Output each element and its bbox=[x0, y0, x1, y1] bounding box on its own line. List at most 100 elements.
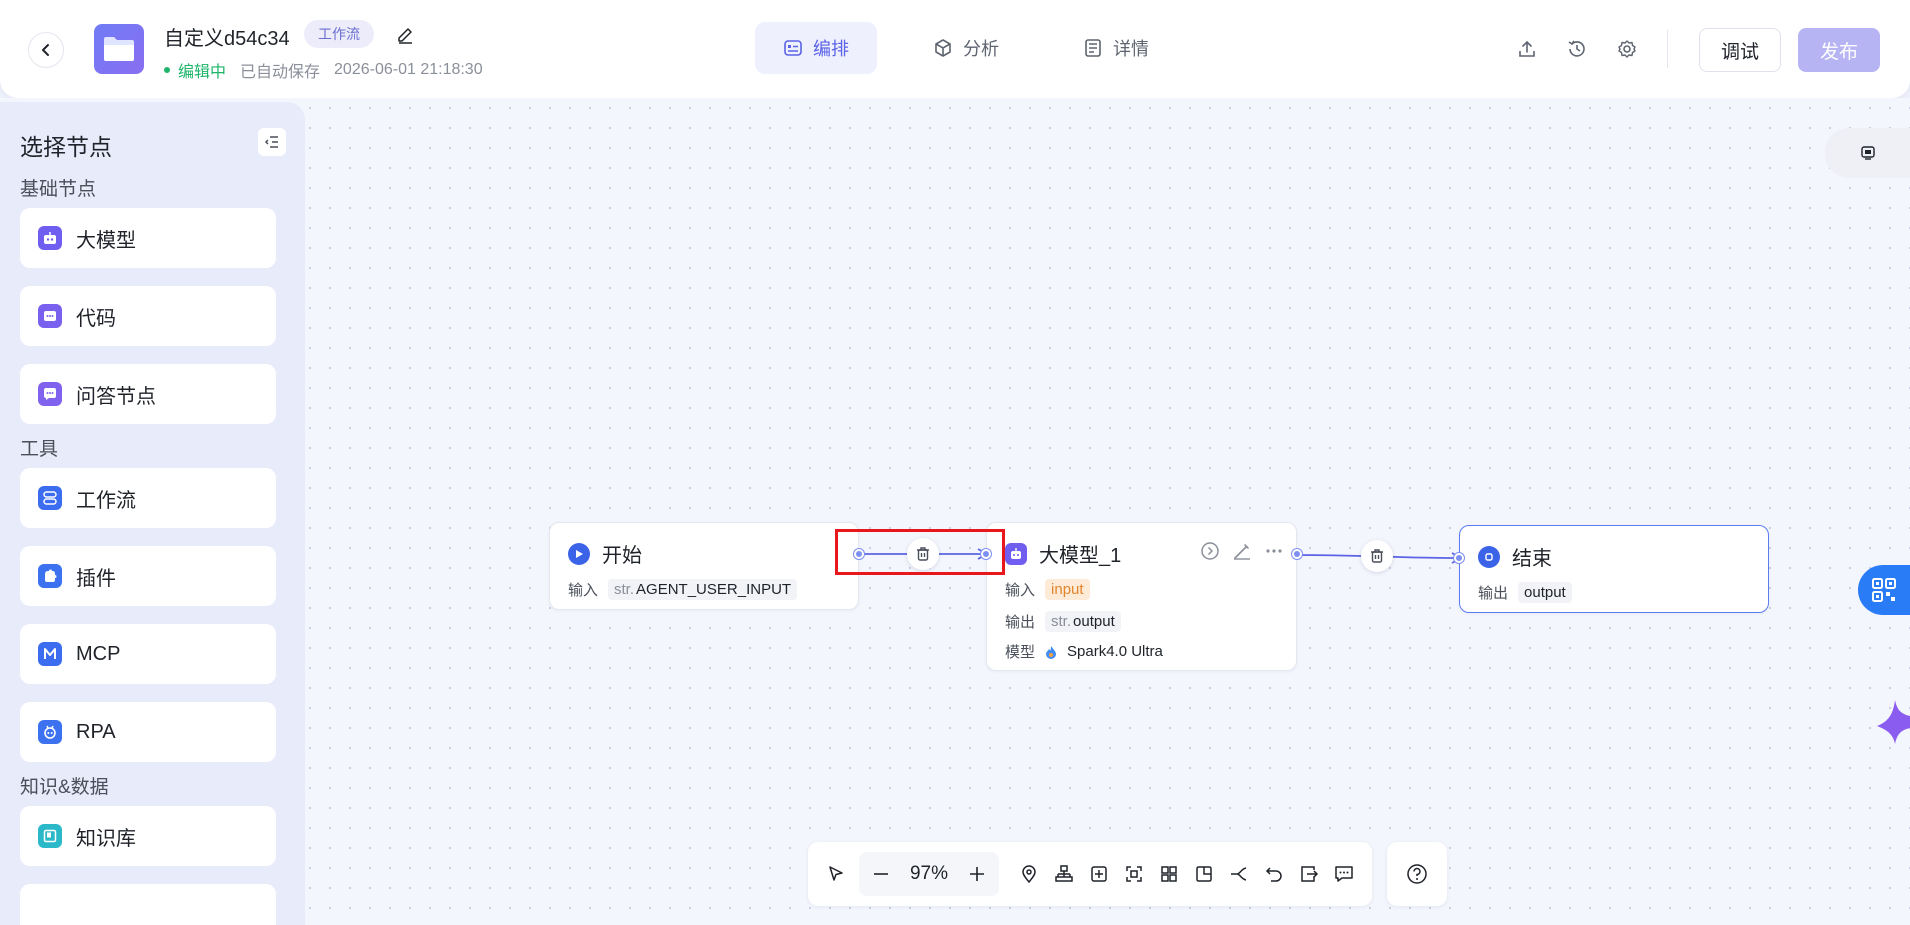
fit-view-button[interactable] bbox=[1116, 854, 1151, 894]
edge-delete-button-2[interactable] bbox=[1361, 540, 1393, 572]
comment-button[interactable] bbox=[1326, 854, 1361, 894]
comment-icon bbox=[1334, 866, 1353, 882]
undo-button[interactable] bbox=[1256, 854, 1291, 894]
sidebar-item-workflow-label: 工作流 bbox=[76, 489, 136, 512]
minus-icon bbox=[874, 873, 888, 875]
pointer-tool-button[interactable] bbox=[818, 854, 853, 894]
highlight-box bbox=[835, 529, 1005, 575]
sidebar-item-plugin-label: 插件 bbox=[76, 567, 116, 590]
export-arrow-icon bbox=[1300, 866, 1318, 882]
sidebar-item-rpa-label: RPA bbox=[76, 720, 116, 743]
branch-icon bbox=[1230, 867, 1246, 881]
section-knowledge: 知识&数据 bbox=[20, 777, 109, 798]
node-llm-output-label: 输出 bbox=[1005, 614, 1036, 631]
node-llm-title: 大模型_1 bbox=[1039, 545, 1122, 567]
sidebar-item-qa[interactable]: 问答节点 bbox=[20, 364, 276, 424]
sidebar-item-workflow[interactable]: 工作流 bbox=[20, 468, 276, 528]
node-start-header: 开始 bbox=[568, 539, 642, 568]
sidebar-item-mcp-label: MCP bbox=[76, 642, 121, 665]
node-sidebar: 选择节点 基础节点 大模型 代码 问答节点 工具 工作流 插件 MCP RPA … bbox=[0, 102, 305, 925]
auto-layout-button[interactable] bbox=[1046, 854, 1081, 894]
node-end-title: 结束 bbox=[1512, 548, 1552, 570]
minimap-button[interactable] bbox=[1186, 854, 1221, 894]
zoom-out-button[interactable] bbox=[859, 854, 903, 894]
node-start-input-prefix: str. bbox=[614, 581, 635, 598]
node-llm-run-button[interactable] bbox=[1200, 541, 1220, 566]
node-llm-output-port[interactable] bbox=[1292, 549, 1302, 559]
zoom-value: 97% bbox=[909, 863, 949, 884]
help-button[interactable] bbox=[1387, 842, 1447, 906]
sidebar-item-llm-label: 大模型 bbox=[76, 229, 136, 252]
sidebar-item-qa-label: 问答节点 bbox=[76, 385, 156, 408]
node-llm-actions bbox=[1200, 541, 1284, 566]
trash-icon bbox=[1371, 549, 1383, 563]
sidebar-collapse-button[interactable] bbox=[258, 128, 286, 156]
spark-flame-icon bbox=[1046, 645, 1057, 659]
collapse-list-icon bbox=[264, 136, 278, 148]
node-start-input-label: 输入 bbox=[568, 582, 599, 599]
node-end-output-row: 输出 output bbox=[1478, 582, 1572, 603]
node-llm-input-label: 输入 bbox=[1005, 582, 1036, 599]
assistant-star-button[interactable] bbox=[1873, 696, 1910, 746]
zoom-in-button[interactable] bbox=[955, 854, 999, 894]
play-icon bbox=[568, 542, 590, 565]
node-llm-input-chip: input bbox=[1045, 579, 1090, 600]
node-llm-more-button[interactable] bbox=[1264, 541, 1284, 566]
robot-icon bbox=[38, 226, 62, 250]
sparkle-icon bbox=[1877, 700, 1910, 744]
node-start[interactable]: 开始 输入 str. AGENT_USER_INPUT bbox=[549, 522, 864, 610]
export-node-button[interactable] bbox=[1291, 854, 1326, 894]
plus-icon bbox=[970, 867, 984, 881]
add-node-button[interactable] bbox=[1081, 854, 1116, 894]
node-llm[interactable]: 大模型_1 输入 input 输出 str. output 模型 Spark4.0… bbox=[981, 522, 1302, 671]
sidebar-item-code[interactable]: 代码 bbox=[20, 286, 276, 346]
pencil-icon bbox=[1234, 544, 1250, 560]
undo-icon bbox=[1265, 867, 1282, 882]
node-llm-edit-button[interactable] bbox=[1232, 541, 1252, 566]
node-end-input-port[interactable] bbox=[1454, 553, 1464, 563]
sidebar-item-plugin[interactable]: 插件 bbox=[20, 546, 276, 606]
grid-icon bbox=[1160, 866, 1177, 882]
node-llm-header: 大模型_1 bbox=[1005, 539, 1121, 568]
canvas-toolbar: 97% bbox=[808, 842, 1372, 906]
qr-code-button[interactable] bbox=[1858, 565, 1910, 615]
node-end-header: 结束 bbox=[1478, 542, 1552, 571]
location-pin-icon bbox=[1021, 865, 1036, 884]
node-llm-model-label: 模型 bbox=[1005, 644, 1036, 661]
hierarchy-icon bbox=[1054, 865, 1073, 882]
node-start-input-row: 输入 str. AGENT_USER_INPUT bbox=[568, 579, 798, 600]
sidebar-item-knowledge[interactable]: 知识库 bbox=[20, 806, 276, 866]
node-start-input-value: AGENT_USER_INPUT bbox=[636, 581, 792, 598]
node-end[interactable]: 结束 输出 output bbox=[1454, 525, 1769, 613]
sidebar-item-knowledge-label: 知识库 bbox=[76, 827, 136, 850]
llm-robot-icon bbox=[1005, 542, 1027, 565]
book-icon bbox=[38, 824, 62, 848]
play-circle-icon bbox=[1201, 542, 1219, 560]
stop-icon bbox=[1478, 545, 1500, 568]
code-icon bbox=[38, 304, 62, 328]
node-end-output-chip: output bbox=[1518, 582, 1572, 603]
sidebar-item-mcp[interactable]: MCP bbox=[20, 624, 276, 684]
sidebar-item-partial[interactable] bbox=[20, 884, 276, 925]
node-start-title: 开始 bbox=[602, 545, 642, 567]
zoom-control: 97% bbox=[859, 852, 999, 896]
minimap-toggle-button[interactable] bbox=[1825, 128, 1910, 178]
sidebar-item-llm[interactable]: 大模型 bbox=[20, 208, 276, 268]
sidebar-item-rpa[interactable]: RPA bbox=[20, 702, 276, 762]
cursor-icon bbox=[828, 866, 843, 881]
mcp-m-icon bbox=[38, 642, 62, 666]
node-llm-model-row: 模型 Spark4.0 Ultra bbox=[1005, 641, 1163, 662]
node-llm-output-prefix: str. bbox=[1051, 613, 1072, 630]
sidebar-title: 选择节点 bbox=[20, 134, 112, 160]
help-circle-icon bbox=[1407, 864, 1427, 884]
edge-style-button[interactable] bbox=[1221, 854, 1256, 894]
chat-icon bbox=[38, 382, 62, 406]
locate-button[interactable] bbox=[1011, 854, 1046, 894]
node-llm-input-row: 输入 input bbox=[1005, 579, 1090, 600]
panel-icon bbox=[1195, 866, 1212, 882]
grid-layout-button[interactable] bbox=[1151, 854, 1186, 894]
plugin-icon bbox=[38, 564, 62, 588]
qr-code-icon bbox=[1872, 578, 1896, 602]
node-llm-output-row: 输出 str. output bbox=[1005, 611, 1121, 632]
workflow-icon bbox=[38, 486, 62, 510]
